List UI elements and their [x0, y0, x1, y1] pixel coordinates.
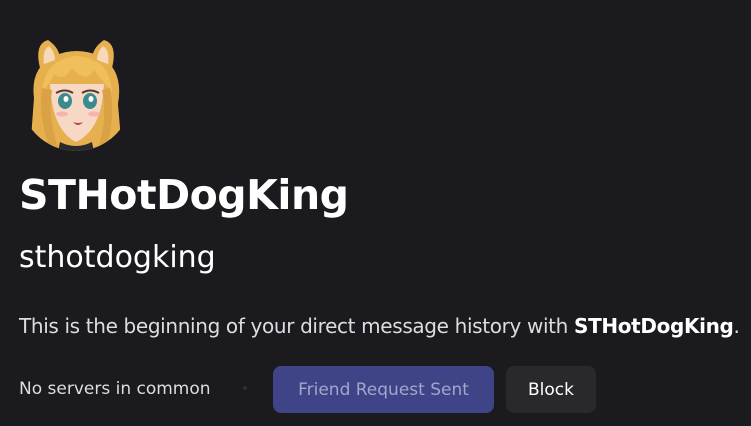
dm-intro-prefix: This is the beginning of your direct mes… [19, 314, 575, 338]
username: sthotdogking [19, 240, 216, 275]
separator-dot [243, 386, 247, 390]
avatar-image [20, 39, 132, 151]
avatar[interactable] [20, 38, 132, 152]
friend-request-sent-button[interactable]: Friend Request Sent [273, 366, 494, 413]
display-name: STHotDogKing [19, 171, 349, 219]
block-button[interactable]: Block [506, 366, 596, 413]
dm-intro-text: This is the beginning of your direct mes… [19, 313, 740, 339]
mutual-servers-text: No servers in common [19, 379, 211, 399]
dm-intro-name: STHotDogKing [574, 314, 734, 338]
dm-intro-suffix: . [733, 314, 740, 338]
